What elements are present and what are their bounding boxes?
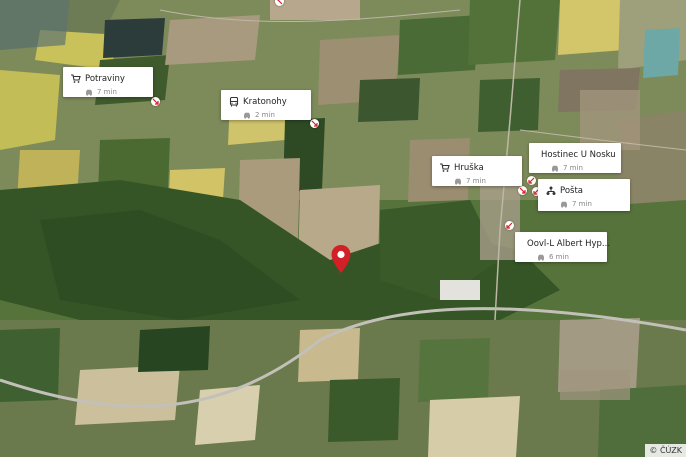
poi-dot-potraviny[interactable] bbox=[151, 97, 160, 106]
poi-eta: 7 min bbox=[466, 177, 486, 185]
poi-eta: 6 min bbox=[549, 253, 569, 261]
poi-name: Hostinec U Nosku bbox=[541, 149, 616, 160]
car-icon bbox=[561, 201, 567, 208]
map-attribution: © ČÚZK bbox=[645, 444, 686, 457]
poi-dot-kratonohy[interactable] bbox=[310, 119, 319, 128]
map-canvas[interactable]: Potraviny 7 min Kratonohy 2 min Hruška 7… bbox=[0, 0, 686, 457]
poi-card-potraviny[interactable]: Potraviny 7 min bbox=[63, 67, 153, 97]
attribution-text: © ČÚZK bbox=[649, 446, 682, 455]
poi-eta: 7 min bbox=[563, 164, 583, 172]
poi-card-albert[interactable]: Oovl-L Albert Hyp... 6 min bbox=[515, 232, 611, 262]
cart-icon bbox=[71, 73, 81, 83]
post-office-icon bbox=[546, 186, 556, 195]
poi-eta: 7 min bbox=[572, 200, 592, 208]
poi-dot-hostinec[interactable] bbox=[527, 176, 536, 185]
car-icon bbox=[552, 165, 558, 172]
car-icon bbox=[538, 254, 544, 261]
poi-name: Hruška bbox=[454, 162, 484, 173]
poi-eta: 2 min bbox=[255, 111, 275, 119]
location-pin-icon[interactable] bbox=[330, 244, 352, 274]
poi-card-hruska[interactable]: Hruška 7 min bbox=[432, 156, 522, 186]
poi-name: Kratonohy bbox=[243, 96, 287, 107]
car-icon bbox=[244, 112, 250, 119]
poi-card-kratonohy[interactable]: Kratonohy 2 min bbox=[221, 90, 311, 120]
poi-card-hostinec[interactable]: Hostinec U Nosku 7 min bbox=[529, 143, 621, 173]
poi-name: Oovl-L Albert Hyp... bbox=[527, 238, 611, 249]
car-icon bbox=[86, 89, 92, 96]
poi-dot-albert[interactable] bbox=[505, 221, 514, 230]
poi-card-posta[interactable]: Pošta 7 min bbox=[538, 179, 630, 211]
poi-name: Potraviny bbox=[85, 73, 125, 84]
cart-icon bbox=[440, 162, 450, 172]
car-icon bbox=[455, 178, 461, 185]
bus-icon bbox=[229, 96, 239, 106]
poi-name: Pošta bbox=[560, 185, 583, 196]
poi-dot-hruska[interactable] bbox=[518, 186, 527, 195]
poi-eta: 7 min bbox=[97, 88, 117, 96]
